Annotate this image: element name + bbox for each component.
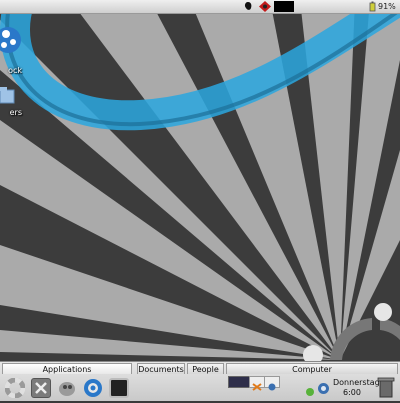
folder-icon[interactable] (0, 84, 22, 106)
network-icon[interactable] (259, 1, 271, 12)
top-panel: 91% (0, 0, 400, 14)
mixer-icon[interactable] (249, 376, 265, 391)
network-status-icon[interactable] (317, 380, 330, 394)
gimp-icon[interactable] (57, 378, 77, 398)
tab-computer[interactable]: Computer (226, 363, 398, 374)
bottom-panel: Applications Documents People Computer D… (0, 361, 400, 401)
clock-time[interactable]: 6:00 (343, 388, 361, 397)
desktop-icon-label: ock (8, 66, 22, 75)
workspace-switcher[interactable] (228, 376, 250, 388)
trash-icon[interactable] (377, 375, 395, 399)
help-icon[interactable] (264, 376, 280, 391)
terminal-icon[interactable] (109, 378, 129, 398)
tab-people[interactable]: People (187, 363, 224, 374)
clock-day[interactable]: Donnerstag (333, 378, 380, 387)
tab-documents[interactable]: Documents (137, 363, 185, 374)
desktop-icon-label: ers (9, 108, 22, 117)
x-tools-icon[interactable] (31, 378, 51, 398)
browser-icon[interactable] (83, 378, 103, 398)
update-icon[interactable] (305, 382, 315, 396)
tab-applications[interactable]: Applications (2, 363, 132, 374)
home-icon[interactable] (0, 18, 22, 58)
battery-icon[interactable] (368, 1, 377, 12)
lifesaver-icon[interactable] (4, 377, 26, 399)
gnome-foot-icon[interactable] (243, 1, 253, 12)
battery-percentage: 91% (378, 2, 396, 11)
black-applet[interactable] (274, 1, 294, 12)
desktop-wallpaper (0, 0, 400, 400)
